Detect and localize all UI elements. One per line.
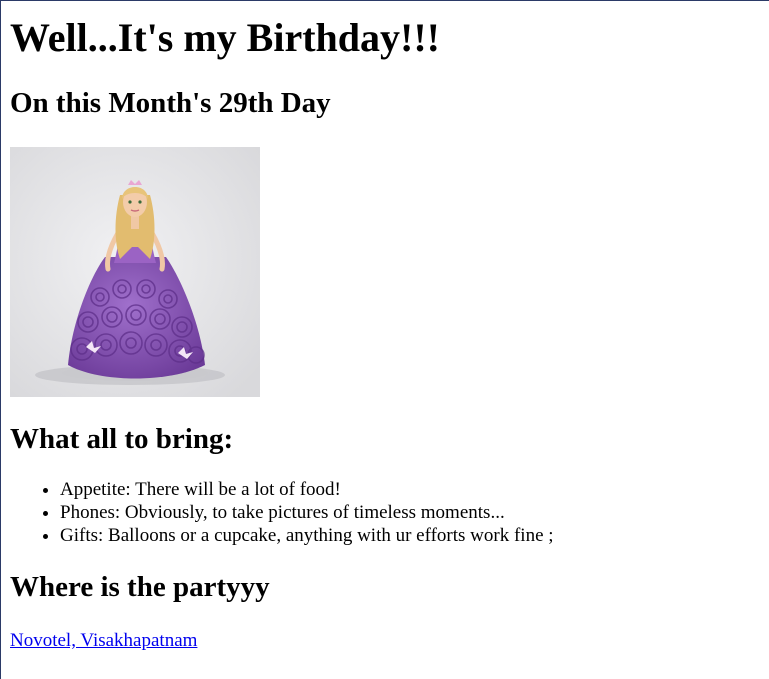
princess-doll-cake-icon bbox=[10, 147, 260, 397]
list-item: Phones: Obviously, to take pictures of t… bbox=[60, 501, 769, 524]
party-location-link[interactable]: Novotel, Visakhapatnam bbox=[10, 629, 197, 652]
page-title: Well...It's my Birthday!!! bbox=[10, 15, 440, 60]
page: Well...It's my Birthday!!! On this Month… bbox=[1, 15, 769, 652]
bring-section-title: What all to bring: bbox=[10, 423, 234, 455]
party-section-title: Where is the partyyy bbox=[10, 571, 270, 603]
bring-list: Appetite: There will be a lot of food! P… bbox=[10, 478, 769, 547]
date-subheading: On this Month's 29th Day bbox=[10, 87, 331, 119]
list-item: Gifts: Balloons or a cupcake, anything w… bbox=[60, 524, 769, 547]
list-item: Appetite: There will be a lot of food! bbox=[60, 478, 769, 501]
